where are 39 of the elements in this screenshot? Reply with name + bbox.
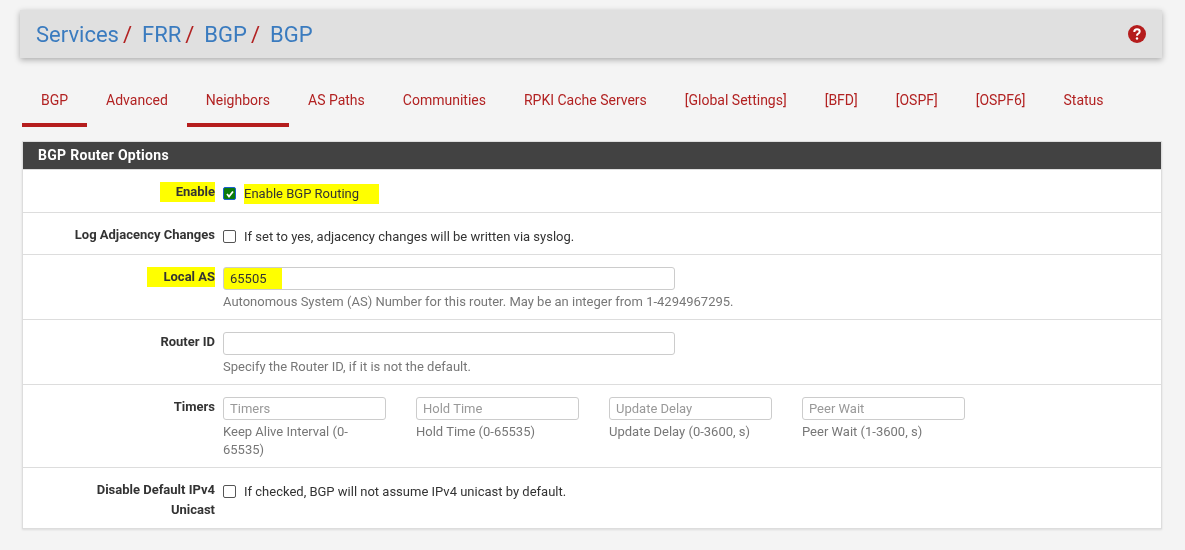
tab[interactable]: Neighbors (186, 82, 289, 127)
input-field[interactable]: 65505 (223, 267, 675, 290)
help-text: Specify the Router ID, if it is not the default. (223, 358, 472, 376)
field-label: Log Adjacency Changes (73, 225, 215, 244)
field-label: Timers (172, 398, 215, 416)
breadcrumb-link[interactable]: Services (36, 17, 119, 51)
tab[interactable]: [OSPF6] (956, 82, 1045, 127)
field-label: Router ID (159, 333, 215, 351)
input-field[interactable]: Update Delay (609, 397, 772, 420)
panel-title: BGP Router Options (38, 146, 169, 165)
help-text: Keep Alive Interval (0-65535) (223, 423, 349, 459)
help-text: Autonomous System (AS) Number for this router. May be an integer from 1-4294967295. (223, 293, 734, 311)
tab[interactable]: [OSPF] (876, 82, 957, 127)
input-field[interactable]: Hold Time (416, 397, 579, 420)
breadcrumb-link[interactable]: BGP (270, 17, 313, 51)
tab[interactable]: [Global Settings] (665, 82, 806, 127)
field-label: Enable (159, 182, 215, 202)
breadcrumb-separator: / (250, 20, 260, 49)
checkbox-label: Enable BGP Routing (244, 184, 380, 204)
tab[interactable]: RPKI Cache Servers (504, 82, 666, 127)
checkbox-label: If checked, BGP will not assume IPv4 unicast by default. (244, 483, 568, 501)
help-text: Peer Wait (1-3600, s) (802, 423, 924, 441)
input-field[interactable]: Timers (223, 397, 386, 420)
tab[interactable]: AS Paths (289, 82, 384, 127)
field-label: Disable Default IPv4 Unicast (95, 481, 215, 519)
breadcrumb-separator: / (122, 20, 132, 49)
tab[interactable]: Advanced (87, 82, 187, 127)
breadcrumb-separator: / (185, 20, 195, 49)
breadcrumb-link[interactable]: FRR (142, 17, 182, 51)
tab[interactable]: Status (1044, 82, 1123, 127)
tab[interactable]: [BFD] (805, 82, 877, 127)
input-field[interactable]: Peer Wait (802, 397, 965, 420)
field-label: Local AS (147, 267, 215, 287)
breadcrumb-link[interactable]: BGP (204, 17, 247, 51)
tab[interactable]: Communities (383, 82, 505, 127)
tab[interactable]: BGP (22, 82, 88, 127)
checkbox-label: If set to yes, adjacency changes will be written via syslog. (244, 227, 576, 246)
help-text: Hold Time (0-65535) (416, 423, 536, 441)
help-text: Update Delay (0-3600, s) (609, 423, 752, 441)
